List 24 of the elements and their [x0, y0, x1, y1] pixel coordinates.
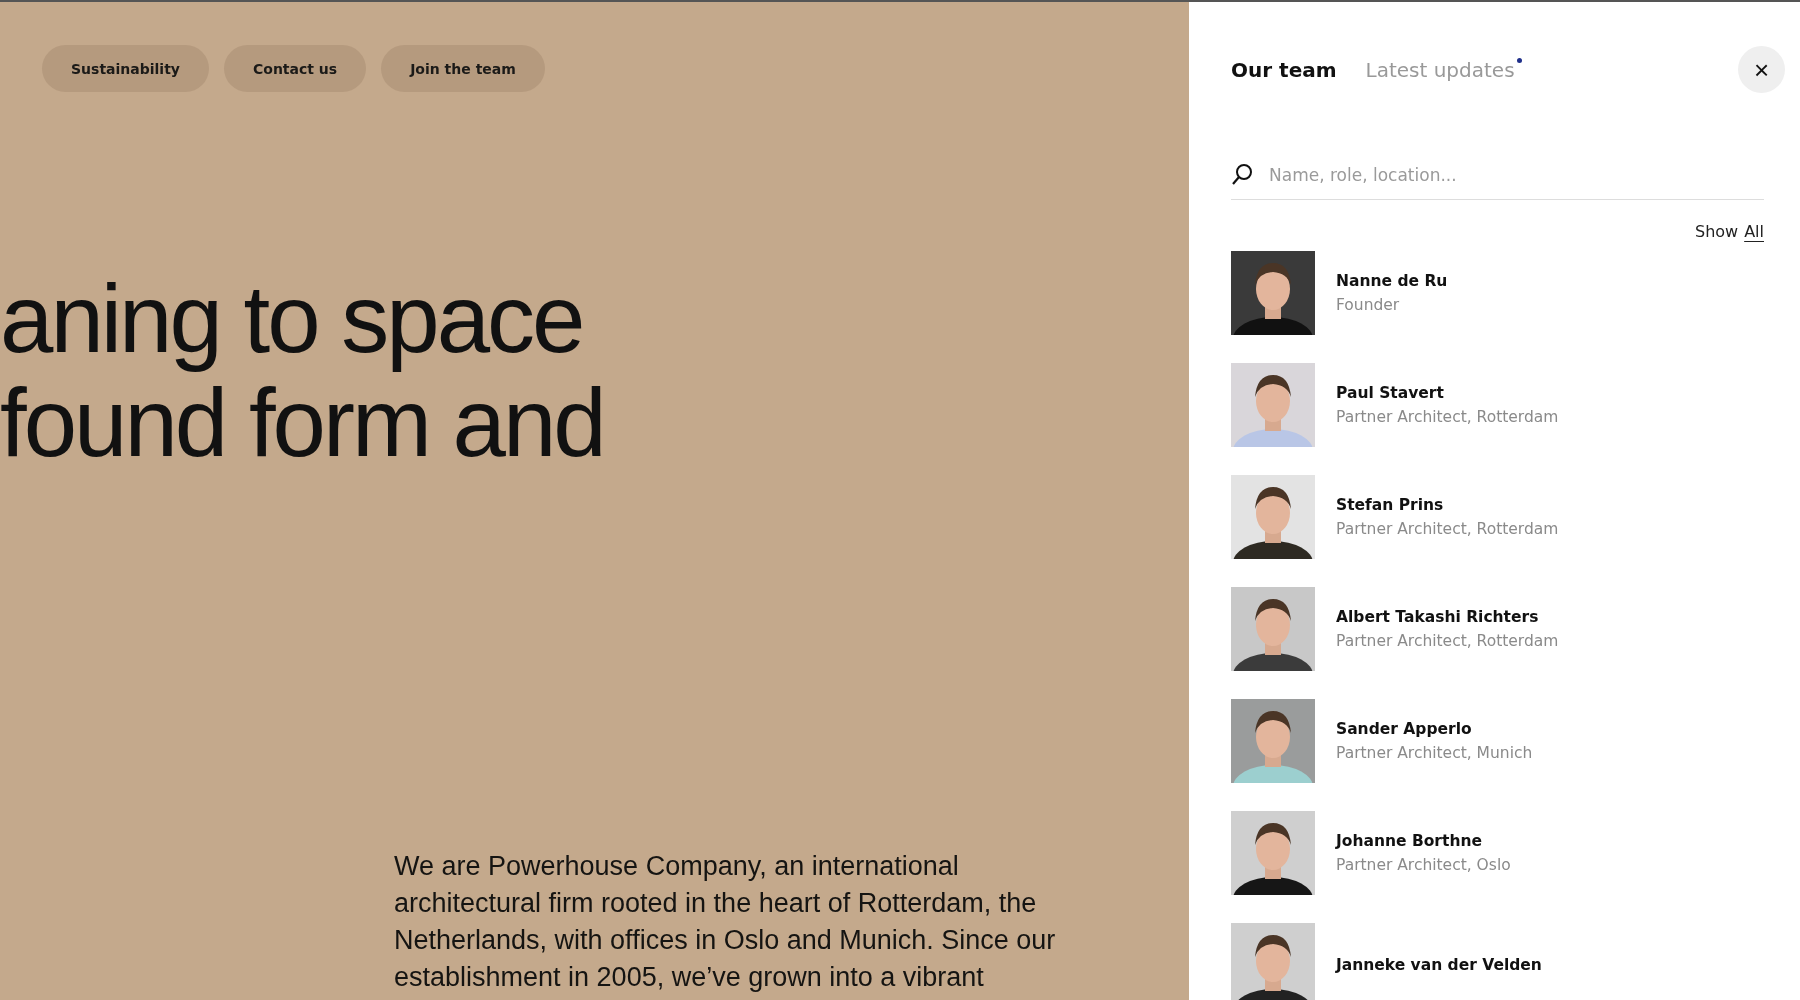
person-role: Founder [1336, 296, 1401, 314]
tab[interactable]: Our team [1231, 57, 1341, 82]
person-role: Partner Architect, Oslo [1336, 856, 1511, 874]
close-button[interactable]: × [1738, 46, 1785, 93]
intro-paragraph: We are Powerhouse Company, an international architectural firm rooted in the heart of Rotterdam, the Netherlands, with offices in Oslo and Munich. Since our establishment in 2005, we’ve grown into a vibrant [394, 850, 1057, 994]
person-name[interactable]: Stefan Prins [1336, 496, 1559, 514]
search-icon [1231, 163, 1253, 187]
nav-button[interactable]: Join the team [381, 45, 545, 92]
person-role: Partner Architect, Rotterdam [1336, 632, 1559, 650]
person-name[interactable]: Johanne Borthne [1336, 832, 1511, 850]
show-label: Show [1695, 222, 1739, 241]
person-name[interactable]: Paul Stavert [1336, 384, 1559, 402]
person-role: Partner Architect, Rotterdam [1336, 520, 1559, 538]
person-name[interactable]: Janneke van der Velden [1336, 956, 1542, 974]
nav-button[interactable]: Contact us [224, 45, 367, 92]
person-name[interactable]: Sander Apperlo [1336, 720, 1533, 738]
person-role: Partner Architect, Rotterdam [1336, 408, 1559, 426]
person-name[interactable]: Nanne de Ru [1336, 272, 1448, 290]
person-role: Partner Architect, Munich [1336, 744, 1533, 762]
headline-text: found form and [0, 371, 604, 475]
person-name[interactable]: Albert Takashi Richters [1336, 608, 1559, 626]
show-all-link[interactable]: All [1744, 222, 1764, 241]
headline-text: aning to space [0, 267, 583, 371]
nav-button[interactable]: Sustainability [42, 45, 209, 92]
